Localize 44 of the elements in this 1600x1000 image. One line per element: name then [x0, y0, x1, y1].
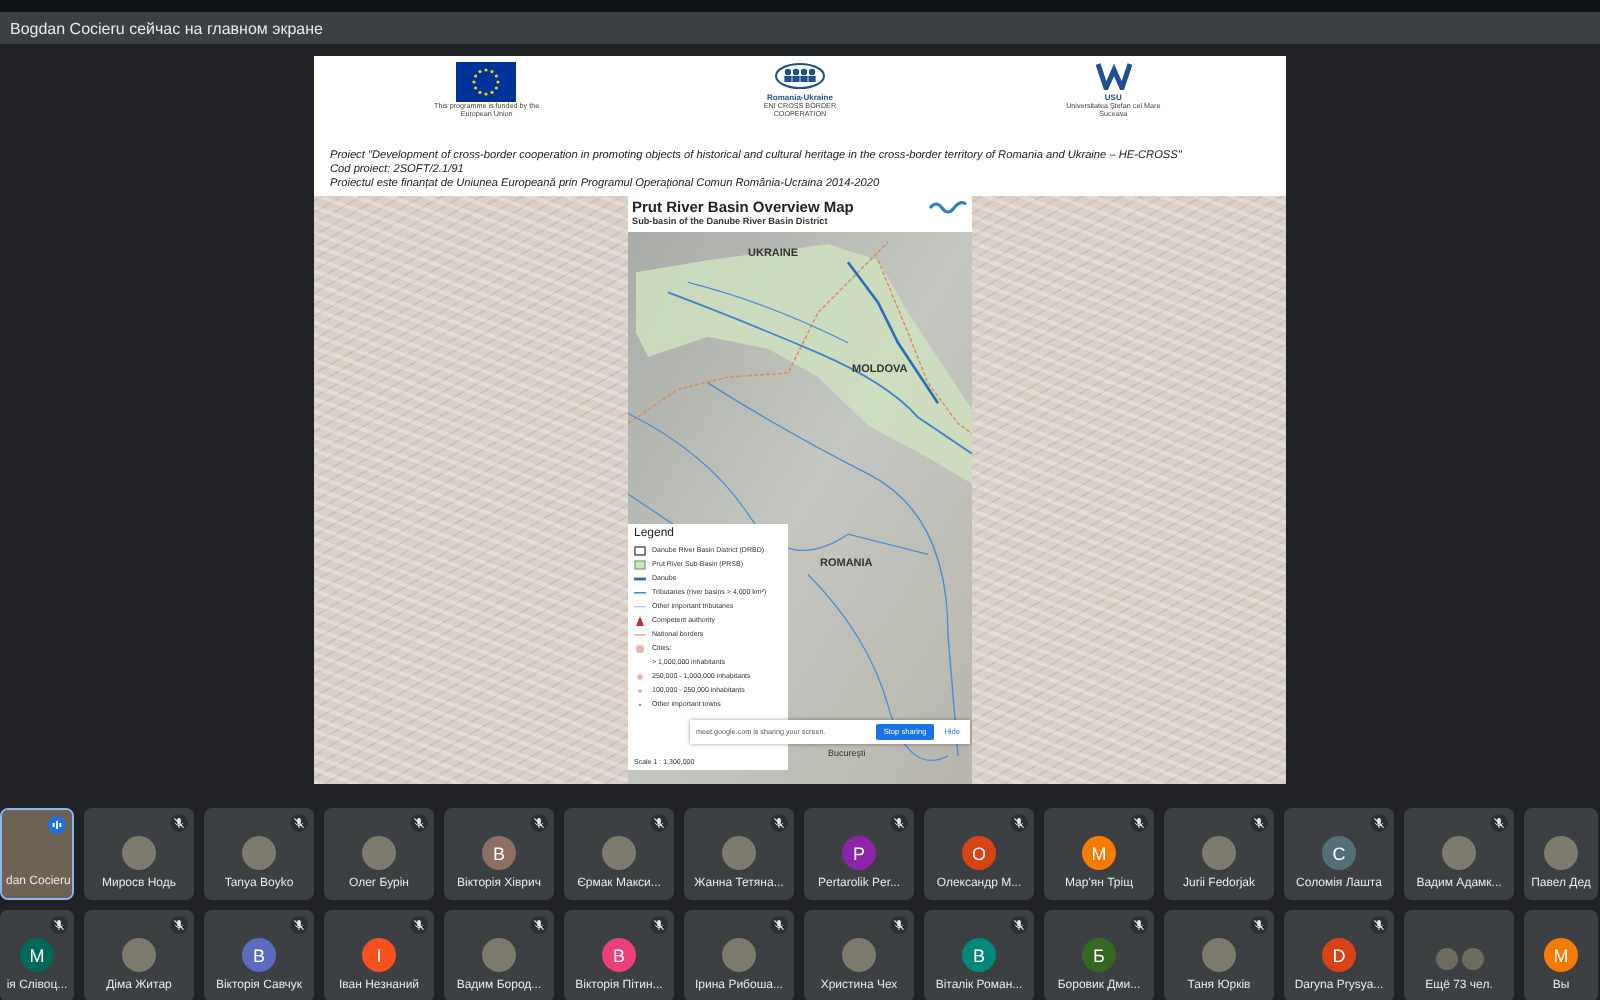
- avatar: D: [1322, 938, 1356, 972]
- avatar: C: [1322, 836, 1356, 870]
- avatar: В: [482, 836, 516, 870]
- avatar: [1544, 836, 1578, 870]
- town-dot-icon: [634, 699, 646, 710]
- avatar: M: [20, 938, 54, 972]
- people-logo-icon: [773, 62, 826, 90]
- avatar: [1442, 836, 1476, 870]
- legend-box-icon: [634, 545, 646, 556]
- avatar: [1202, 836, 1236, 870]
- wave-logo-icon: [928, 197, 968, 214]
- avatar: [242, 836, 276, 870]
- avatar: M: [1544, 938, 1578, 972]
- avatar: B: [242, 938, 276, 972]
- avatar: P: [842, 836, 876, 870]
- eu-flag-icon: [456, 62, 517, 102]
- city-dot-icon: [634, 685, 646, 696]
- avatar: [482, 938, 516, 972]
- avatar: [1459, 946, 1485, 972]
- avatar: [842, 938, 876, 972]
- avatar: [362, 836, 396, 870]
- video-placeholder: [2, 810, 72, 898]
- avatar: [722, 836, 756, 870]
- avatar: Б: [1082, 938, 1116, 972]
- avatar: M: [1082, 836, 1116, 870]
- university-logo-icon: [1095, 62, 1132, 90]
- avatar: B: [602, 938, 636, 972]
- avatar: [1202, 938, 1236, 972]
- legend-line-icon: [634, 601, 646, 612]
- avatar: [602, 836, 636, 870]
- avatar: [122, 938, 156, 972]
- avatar: [722, 938, 756, 972]
- legend-line-icon: [634, 587, 646, 598]
- avatar: O: [962, 836, 996, 870]
- avatar: I: [362, 938, 396, 972]
- city-dot-icon: [634, 643, 646, 654]
- city-dot-icon: [634, 671, 646, 682]
- avatar: [1433, 946, 1459, 972]
- avatar: B: [962, 938, 996, 972]
- legend-line-icon: [634, 629, 646, 640]
- legend-box-icon: [634, 559, 646, 570]
- avatar: [122, 836, 156, 870]
- audio-level-icon: [48, 816, 66, 834]
- presenter-notice: Bogdan Cocieru сейчас на главном экране: [10, 19, 323, 37]
